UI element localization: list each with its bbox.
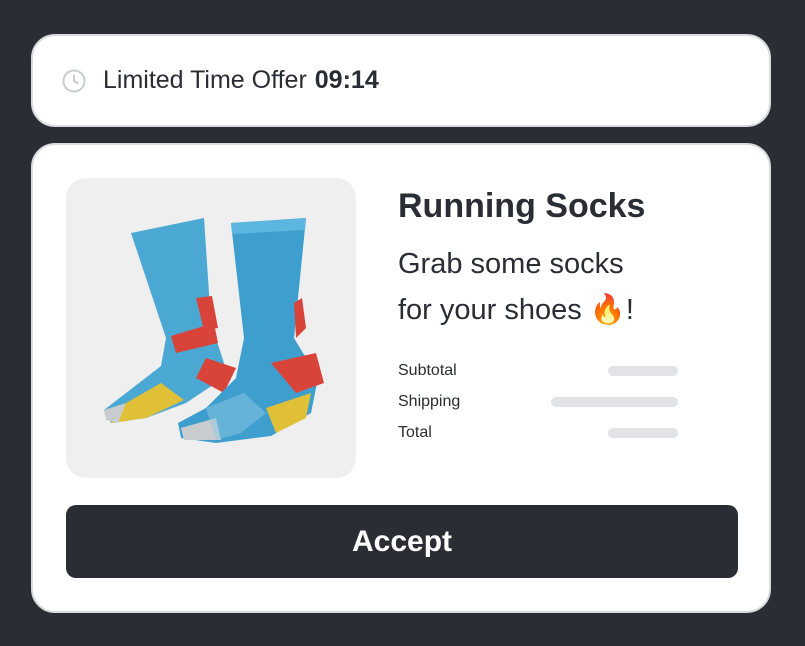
subtotal-value-placeholder — [608, 366, 678, 376]
total-label: Total — [398, 424, 432, 441]
accept-button[interactable]: Accept — [66, 505, 738, 578]
total-row: Total — [398, 422, 678, 444]
description-line-2: for your shoes 🔥! — [398, 294, 634, 326]
product-description: Grab some socks for your shoes 🔥! — [398, 241, 718, 333]
total-value-placeholder — [608, 428, 678, 438]
subtotal-label: Subtotal — [398, 362, 457, 379]
description-line-1: Grab some socks — [398, 248, 624, 280]
shipping-label: Shipping — [398, 393, 461, 410]
product-offer-card: Running Socks Grab some socks for your s… — [31, 143, 771, 613]
shipping-row: Shipping — [398, 391, 678, 413]
product-title: Running Socks — [398, 187, 646, 225]
socks-illustration — [104, 218, 324, 443]
shipping-value-placeholder — [551, 397, 678, 407]
offer-timer-card: Limited Time Offer 09:14 — [31, 34, 771, 127]
subtotal-row: Subtotal — [398, 360, 678, 382]
offer-timer-label: Limited Time Offer — [103, 66, 307, 94]
offer-countdown: 09:14 — [314, 66, 379, 94]
clock-icon — [61, 68, 87, 94]
product-image — [66, 178, 356, 478]
